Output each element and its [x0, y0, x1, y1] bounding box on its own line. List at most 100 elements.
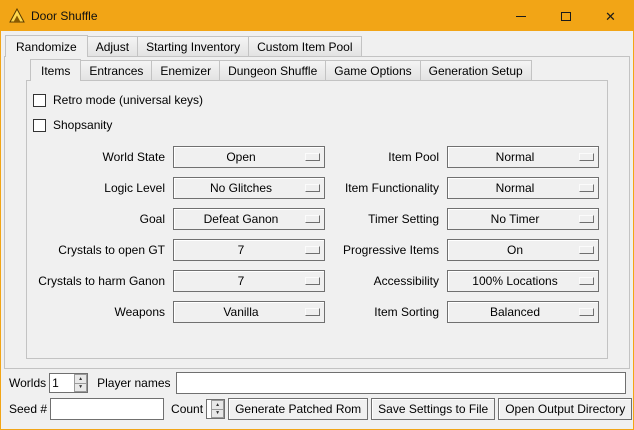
items-tab-panel: Retro mode (universal keys) Shopsanity W…	[26, 80, 608, 359]
item-pool-dropdown[interactable]: Normal	[447, 146, 599, 168]
dropdown-indicator-icon	[579, 246, 594, 254]
weapons-dropdown[interactable]: Vanilla	[173, 301, 325, 323]
item-functionality-label: Item Functionality	[333, 181, 439, 195]
primary-tab-bar: Randomize Adjust Starting Inventory Cust…	[5, 35, 362, 57]
timer-setting-label: Timer Setting	[333, 212, 439, 226]
dropdown-indicator-icon	[579, 215, 594, 223]
spin-up-button[interactable]: ▲	[211, 400, 224, 410]
dropdown-value: Normal	[496, 181, 535, 195]
goal-label: Goal	[33, 212, 165, 226]
seed-row: Seed # Count ▲ ▼ Generate Patched Rom Sa…	[9, 398, 626, 420]
dropdown-indicator-icon	[579, 184, 594, 192]
dropdown-value: 7	[238, 274, 245, 288]
dropdown-value: Open	[226, 150, 255, 164]
seed-label: Seed #	[9, 402, 47, 416]
worlds-label: Worlds	[9, 376, 46, 390]
dropdown-value: Defeat Ganon	[204, 212, 279, 226]
app-icon	[9, 8, 25, 24]
shopsanity-label: Shopsanity	[53, 118, 112, 132]
spin-down-button[interactable]: ▼	[211, 410, 224, 419]
count-spinner-buttons: ▲ ▼	[211, 400, 224, 418]
dropdown-value: Normal	[496, 150, 535, 164]
maximize-button[interactable]	[543, 1, 588, 31]
seed-input[interactable]	[50, 398, 164, 420]
dropdown-indicator-icon	[305, 184, 320, 192]
spin-down-icon: ▼	[215, 410, 220, 416]
tab-dungeon-shuffle[interactable]: Dungeon Shuffle	[219, 60, 326, 81]
dropdown-value: 100% Locations	[472, 274, 557, 288]
item-sorting-dropdown[interactable]: Balanced	[447, 301, 599, 323]
crystals-ganon-label: Crystals to harm Ganon	[33, 274, 165, 288]
crystals-gt-dropdown[interactable]: 7	[173, 239, 325, 261]
minimize-button[interactable]	[498, 1, 543, 31]
minimize-icon	[516, 16, 526, 17]
spin-down-button[interactable]: ▼	[74, 384, 87, 393]
worlds-spinner: ▲ ▼	[49, 373, 88, 393]
dropdown-value: No Glitches	[210, 181, 272, 195]
tab-custom-item-pool[interactable]: Custom Item Pool	[248, 36, 361, 57]
tab-entrances[interactable]: Entrances	[80, 60, 152, 81]
close-button[interactable]: ✕	[588, 1, 633, 31]
dropdown-value: Balanced	[490, 305, 540, 319]
maximize-icon	[561, 12, 571, 21]
dropdown-indicator-icon	[579, 308, 594, 316]
item-functionality-dropdown[interactable]: Normal	[447, 177, 599, 199]
spin-up-button[interactable]: ▲	[74, 374, 87, 384]
caption-buttons: ✕	[498, 1, 633, 31]
weapons-label: Weapons	[33, 305, 165, 319]
spin-up-icon: ▲	[215, 402, 220, 408]
close-icon: ✕	[605, 10, 616, 23]
goal-dropdown[interactable]: Defeat Ganon	[173, 208, 325, 230]
crystals-ganon-dropdown[interactable]: 7	[173, 270, 325, 292]
dropdown-indicator-icon	[305, 246, 320, 254]
player-names-input[interactable]	[176, 372, 627, 394]
retro-mode-label: Retro mode (universal keys)	[53, 93, 203, 107]
progressive-items-label: Progressive Items	[333, 243, 439, 257]
titlebar: Door Shuffle ✕	[1, 1, 633, 31]
generate-button[interactable]: Generate Patched Rom	[228, 398, 368, 420]
checkbox-box-icon	[33, 94, 46, 107]
item-sorting-label: Item Sorting	[333, 305, 439, 319]
tab-adjust[interactable]: Adjust	[87, 36, 138, 57]
checkbox-box-icon	[33, 119, 46, 132]
tab-items[interactable]: Items	[30, 59, 81, 81]
settings-grid: World State Open Item Pool Normal Logic …	[33, 146, 601, 323]
logic-level-dropdown[interactable]: No Glitches	[173, 177, 325, 199]
crystals-gt-label: Crystals to open GT	[33, 243, 165, 257]
accessibility-dropdown[interactable]: 100% Locations	[447, 270, 599, 292]
open-output-button[interactable]: Open Output Directory	[498, 398, 632, 420]
window-title: Door Shuffle	[31, 9, 98, 23]
secondary-tab-bar: Items Entrances Enemizer Dungeon Shuffle…	[30, 59, 532, 81]
dropdown-indicator-icon	[305, 153, 320, 161]
dropdown-value: No Timer	[491, 212, 540, 226]
tab-game-options[interactable]: Game Options	[325, 60, 420, 81]
dropdown-value: 7	[238, 243, 245, 257]
tab-randomize[interactable]: Randomize	[5, 35, 88, 57]
worlds-input[interactable]	[50, 374, 74, 392]
tab-starting-inventory[interactable]: Starting Inventory	[137, 36, 249, 57]
save-settings-button[interactable]: Save Settings to File	[371, 398, 495, 420]
spin-down-icon: ▼	[78, 384, 83, 390]
count-spinner: ▲ ▼	[206, 399, 225, 419]
retro-mode-checkbox[interactable]: Retro mode (universal keys)	[33, 90, 601, 110]
accessibility-label: Accessibility	[333, 274, 439, 288]
dropdown-indicator-icon	[305, 308, 320, 316]
dropdown-value: On	[507, 243, 523, 257]
dropdown-indicator-icon	[305, 277, 320, 285]
player-names-label: Player names	[97, 376, 170, 390]
dropdown-indicator-icon	[579, 153, 594, 161]
world-state-label: World State	[33, 150, 165, 164]
tab-enemizer[interactable]: Enemizer	[151, 60, 220, 81]
logic-level-label: Logic Level	[33, 181, 165, 195]
world-state-dropdown[interactable]: Open	[173, 146, 325, 168]
window: Door Shuffle ✕ Randomize Adjust Starting…	[0, 0, 634, 430]
dropdown-indicator-icon	[579, 277, 594, 285]
timer-setting-dropdown[interactable]: No Timer	[447, 208, 599, 230]
tab-generation-setup[interactable]: Generation Setup	[420, 60, 532, 81]
item-pool-label: Item Pool	[333, 150, 439, 164]
dropdown-value: Vanilla	[223, 305, 258, 319]
shopsanity-checkbox[interactable]: Shopsanity	[33, 115, 601, 135]
count-label: Count	[171, 402, 203, 416]
dropdown-indicator-icon	[305, 215, 320, 223]
progressive-items-dropdown[interactable]: On	[447, 239, 599, 261]
